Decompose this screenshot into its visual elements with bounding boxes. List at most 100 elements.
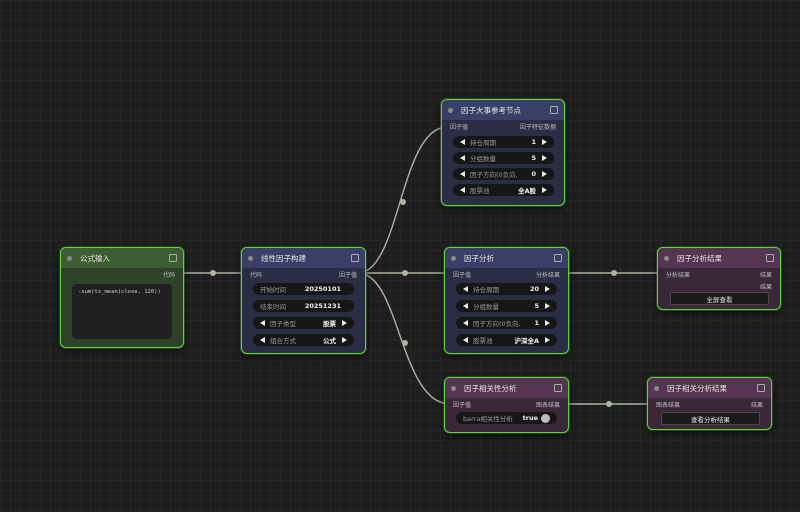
- node-header[interactable]: 因子分析: [445, 248, 568, 268]
- reroute-dot: [611, 270, 617, 276]
- stock-pool-combo[interactable]: 股票池 全A股: [453, 184, 554, 196]
- arrow-left-icon[interactable]: [460, 187, 465, 193]
- arrow-right-icon[interactable]: [342, 320, 347, 326]
- correlation-node[interactable]: 因子相关性分析 因子值 图表结果 barra相关性分析 true: [444, 377, 569, 433]
- field-value: 20250101: [304, 285, 341, 293]
- fullscreen-view-button[interactable]: 全屏查看: [670, 292, 769, 305]
- node-header[interactable]: 因子大事参考节点: [442, 100, 564, 120]
- barra-toggle[interactable]: barra相关性分析 true: [456, 412, 557, 424]
- output-label: 结果: [750, 401, 763, 409]
- field-label: 持仓周期: [470, 139, 496, 147]
- view-analysis-button[interactable]: 查看分析结果: [661, 412, 760, 425]
- formula-textarea[interactable]: -sum(ts_mean(close, 120)): [72, 284, 172, 339]
- field-label: 开始时间: [260, 286, 286, 294]
- node-header[interactable]: 线性因子构建: [242, 248, 365, 268]
- collapse-icon[interactable]: [757, 384, 765, 392]
- reroute-dot: [606, 401, 612, 407]
- field-value: 全A股: [517, 187, 536, 195]
- node-title: 因子相关性分析: [464, 383, 517, 393]
- factor-type-combo[interactable]: 因子类型 股票: [253, 317, 354, 329]
- arrow-left-icon[interactable]: [463, 337, 468, 343]
- arrow-right-icon[interactable]: [545, 286, 550, 292]
- factor-analysis-node[interactable]: 因子分析 因子值 分析结果 持仓周期 20 分组数量 5 因子方向(0负向, 1…: [444, 247, 569, 354]
- node-header[interactable]: 因子分析结果: [658, 248, 780, 268]
- factor-direction-stepper[interactable]: 因子方向(0负向, 1: [456, 317, 557, 329]
- arrow-right-icon[interactable]: [542, 155, 547, 161]
- field-label: 持仓周期: [473, 286, 499, 294]
- arrow-left-icon[interactable]: [260, 337, 265, 343]
- arrow-right-icon[interactable]: [342, 337, 347, 343]
- arrow-left-icon[interactable]: [463, 303, 468, 309]
- input-label: 因子值: [453, 271, 472, 279]
- node-header[interactable]: 公式输入: [61, 248, 183, 268]
- arrow-left-icon[interactable]: [460, 155, 465, 161]
- reroute-dot: [210, 270, 216, 276]
- io-row: 代码 因子值: [242, 268, 365, 280]
- arrow-left-icon[interactable]: [463, 286, 468, 292]
- field-value: 20: [529, 285, 539, 293]
- correlation-result-node[interactable]: 因子相关分析结果 图表结果 结果 查看分析结果: [647, 377, 772, 430]
- field-value: 0: [531, 170, 536, 178]
- collapse-icon[interactable]: [766, 254, 774, 262]
- field-label: 股票池: [473, 337, 493, 345]
- status-dot-icon: [248, 255, 253, 261]
- output-label: 结果: [759, 283, 772, 291]
- node-header[interactable]: 因子相关性分析: [445, 378, 568, 398]
- factor-direction-stepper[interactable]: 因子方向(0负向, 0: [453, 168, 554, 180]
- factor-reference-node[interactable]: 因子大事参考节点 因子值 因子特征数据 持仓周期 1 分组数量 5 因子方向(0…: [441, 99, 565, 206]
- input-label: 分析结果: [666, 271, 691, 279]
- field-value: 20251231: [304, 302, 341, 310]
- stock-pool-combo[interactable]: 股票池 沪深全A: [456, 334, 557, 346]
- end-date-field[interactable]: 结束时间 20251231: [253, 300, 354, 312]
- linear-factor-node[interactable]: 线性因子构建 代码 因子值 开始时间 20250101 结束时间 2025123…: [241, 247, 366, 354]
- node-title: 因子分析结果: [677, 253, 722, 263]
- field-value: 股票: [323, 320, 336, 328]
- input-label: 代码: [250, 271, 263, 279]
- field-label: 因子方向(0负向,: [473, 320, 521, 328]
- toggle-knob-icon[interactable]: [541, 413, 550, 423]
- field-value: 1: [534, 319, 539, 327]
- collapse-icon[interactable]: [554, 254, 562, 262]
- collapse-icon[interactable]: [554, 384, 562, 392]
- output-label: 因子值: [338, 271, 357, 279]
- arrow-right-icon[interactable]: [545, 320, 550, 326]
- field-label: 结束时间: [260, 303, 286, 311]
- arrow-right-icon[interactable]: [542, 187, 547, 193]
- analysis-result-node[interactable]: 因子分析结果 分析结果 结果 结果 全屏查看: [657, 247, 781, 310]
- node-header[interactable]: 因子相关分析结果: [648, 378, 771, 398]
- holding-period-stepper[interactable]: 持仓周期 1: [453, 136, 554, 148]
- group-count-stepper[interactable]: 分组数量 5: [456, 300, 557, 312]
- field-value: 5: [534, 302, 539, 310]
- arrow-right-icon[interactable]: [542, 171, 547, 177]
- arrow-right-icon[interactable]: [545, 337, 550, 343]
- output-label: 因子特征数据: [519, 123, 556, 131]
- field-label: barra相关性分析: [463, 415, 513, 423]
- arrow-right-icon[interactable]: [545, 303, 550, 309]
- field-label: 股票池: [470, 187, 490, 195]
- io-row: 分析结果 结果: [658, 268, 780, 280]
- field-value: 沪深全A: [514, 337, 539, 345]
- collapse-icon[interactable]: [351, 254, 359, 262]
- arrow-left-icon[interactable]: [260, 320, 265, 326]
- reroute-dot: [400, 199, 406, 205]
- collapse-icon[interactable]: [550, 106, 558, 114]
- arrow-left-icon[interactable]: [463, 320, 468, 326]
- reroute-dot: [402, 270, 408, 276]
- output-label: 代码: [162, 271, 175, 279]
- formula-input-node[interactable]: 公式输入 代码 -sum(ts_mean(close, 120)): [60, 247, 184, 348]
- field-label: 因子类型: [270, 320, 296, 328]
- status-dot-icon: [451, 385, 456, 391]
- holding-period-stepper[interactable]: 持仓周期 20: [456, 283, 557, 295]
- status-dot-icon: [448, 107, 453, 113]
- io-row: 代码: [61, 268, 183, 280]
- arrow-right-icon[interactable]: [542, 139, 547, 145]
- combine-mode-combo[interactable]: 组合方式 公式: [253, 334, 354, 346]
- io-row: 因子值 分析结果: [445, 268, 568, 280]
- node-title: 因子大事参考节点: [461, 105, 521, 115]
- start-date-field[interactable]: 开始时间 20250101: [253, 283, 354, 295]
- collapse-icon[interactable]: [169, 254, 177, 262]
- arrow-left-icon[interactable]: [460, 139, 465, 145]
- arrow-left-icon[interactable]: [460, 171, 465, 177]
- field-label: 分组数量: [470, 155, 496, 163]
- group-count-stepper[interactable]: 分组数量 5: [453, 152, 554, 164]
